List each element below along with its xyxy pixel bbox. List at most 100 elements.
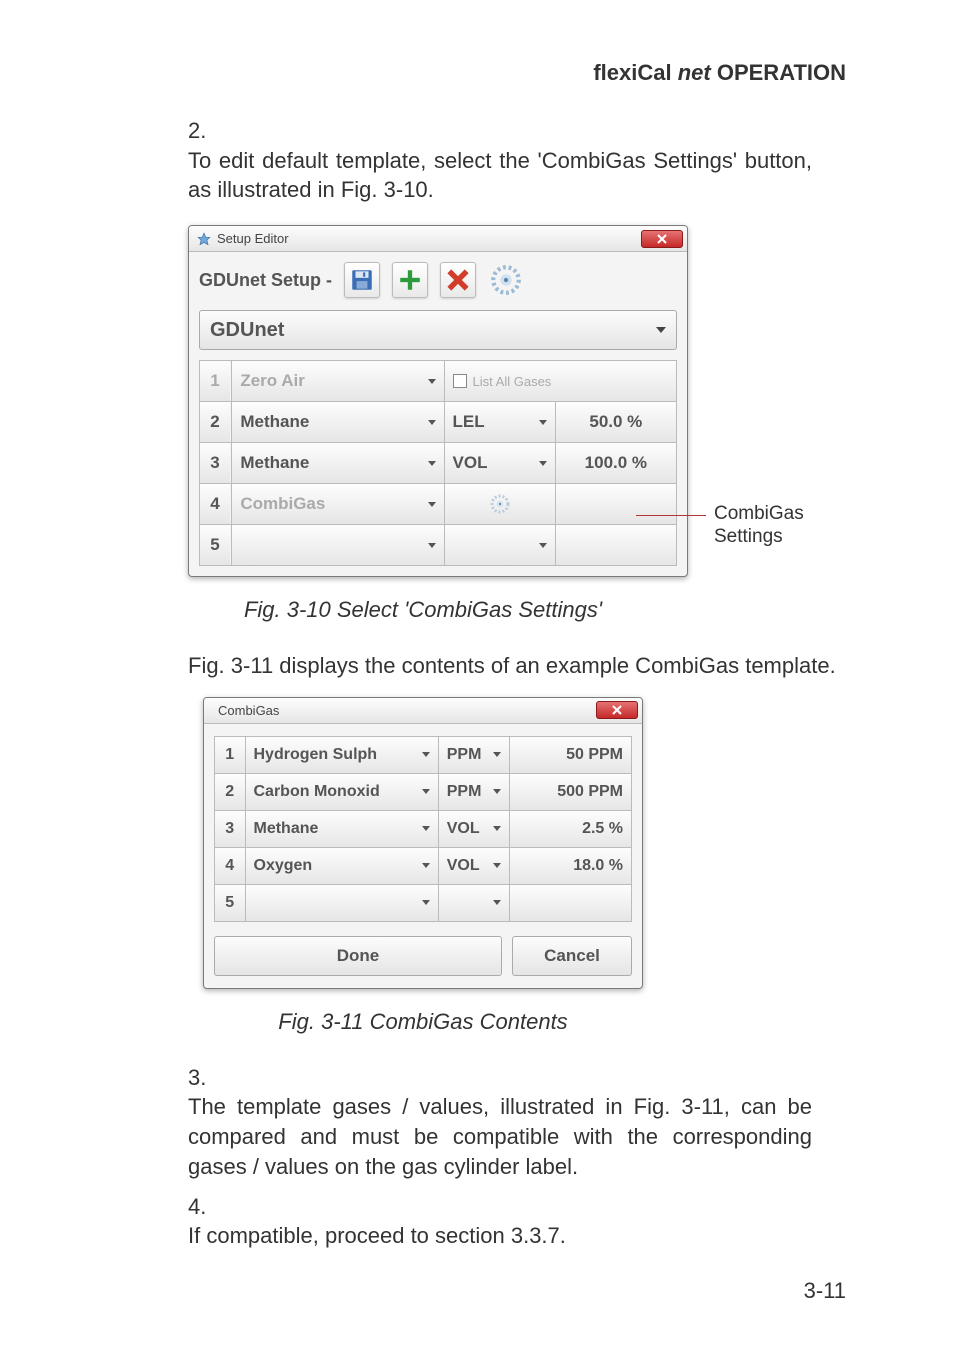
- section-header: flexiCal net OPERATION: [0, 60, 846, 86]
- window-titlebar: CombiGas: [204, 698, 642, 724]
- combigas-settings-button[interactable]: [445, 484, 555, 524]
- gas-select[interactable]: Hydrogen Sulph: [246, 737, 438, 773]
- gas-select[interactable]: Methane: [246, 811, 438, 847]
- gas-name: Hydrogen Sulph: [254, 746, 378, 764]
- close-icon: [656, 234, 668, 244]
- unit-select[interactable]: VOL: [439, 848, 509, 884]
- figure-caption: Fig. 3-10 Select 'CombiGas Settings': [0, 597, 846, 623]
- paragraph: Fig. 3-11 displays the contents of an ex…: [188, 651, 846, 681]
- unit-select[interactable]: [439, 885, 509, 921]
- plus-icon: [397, 267, 423, 293]
- header-rest: OPERATION: [711, 60, 846, 85]
- unit-select[interactable]: VOL: [445, 443, 555, 483]
- toolbar: GDUnet Setup -: [189, 252, 687, 304]
- value-cell[interactable]: 50 PPM: [510, 737, 631, 773]
- chevron-down-icon: [539, 420, 547, 425]
- chevron-down-icon: [428, 379, 436, 384]
- chevron-down-icon: [428, 461, 436, 466]
- chevron-down-icon: [422, 752, 430, 757]
- value-cell[interactable]: 100.0 %: [556, 443, 676, 483]
- checkbox-icon: [453, 374, 467, 388]
- close-button[interactable]: [596, 701, 638, 719]
- chevron-down-icon: [428, 543, 436, 548]
- gas-select[interactable]: Carbon Monoxid: [246, 774, 438, 810]
- gas-select[interactable]: Oxygen: [246, 848, 438, 884]
- checkbox-label: List All Gases: [473, 374, 552, 389]
- gas-select[interactable]: [232, 525, 443, 565]
- row-number[interactable]: 4: [215, 848, 245, 884]
- profile-select[interactable]: GDUnet: [199, 310, 677, 350]
- value-cell[interactable]: 18.0 %: [510, 848, 631, 884]
- chevron-down-icon: [493, 900, 501, 905]
- save-button[interactable]: [344, 262, 380, 298]
- list-all-gases-checkbox[interactable]: List All Gases: [445, 361, 676, 401]
- combigas-window: CombiGas 1 Hydrogen Sulph PPM 50 PPM 2: [203, 697, 643, 989]
- gas-table: 1 Zero Air List All Gases 2 Methane LEL …: [199, 360, 677, 566]
- unit-label: VOL: [453, 453, 488, 473]
- add-button[interactable]: [392, 262, 428, 298]
- gas-name: Carbon Monoxid: [254, 783, 380, 801]
- value-cell[interactable]: 2.5 %: [510, 811, 631, 847]
- row-number[interactable]: 1: [215, 737, 245, 773]
- floppy-icon: [349, 267, 375, 293]
- gas-name: Methane: [240, 453, 309, 473]
- gas-name: Methane: [254, 820, 319, 838]
- list-number: 2.: [188, 116, 222, 146]
- chevron-down-icon: [539, 461, 547, 466]
- unit-label: PPM: [447, 783, 482, 801]
- unit-label: VOL: [447, 820, 480, 838]
- gas-select[interactable]: CombiGas: [232, 484, 443, 524]
- gas-select[interactable]: Methane: [232, 402, 443, 442]
- done-button[interactable]: Done: [214, 936, 502, 976]
- window-title: CombiGas: [218, 703, 279, 718]
- row-number[interactable]: 3: [215, 811, 245, 847]
- unit-select[interactable]: LEL: [445, 402, 555, 442]
- gas-select[interactable]: Zero Air: [232, 361, 443, 401]
- value-cell[interactable]: [556, 525, 676, 565]
- unit-select[interactable]: [445, 525, 555, 565]
- value-cell[interactable]: 500 PPM: [510, 774, 631, 810]
- callout-line2: Settings: [714, 526, 783, 547]
- value-cell[interactable]: [510, 885, 631, 921]
- window-titlebar: Setup Editor: [189, 226, 687, 252]
- gas-name: CombiGas: [240, 494, 325, 514]
- gas-select[interactable]: Methane: [232, 443, 443, 483]
- list-number: 4.: [188, 1192, 222, 1222]
- row-number[interactable]: 4: [200, 484, 230, 524]
- gas-name: Methane: [240, 412, 309, 432]
- cancel-button[interactable]: Cancel: [512, 936, 632, 976]
- delete-button[interactable]: [440, 262, 476, 298]
- list-item: 4. If compatible, proceed to section 3.3…: [188, 1192, 846, 1251]
- chevron-down-icon: [422, 789, 430, 794]
- chevron-down-icon: [493, 826, 501, 831]
- chevron-down-icon: [422, 863, 430, 868]
- row-number[interactable]: 5: [200, 525, 230, 565]
- row-number[interactable]: 3: [200, 443, 230, 483]
- profile-name: GDUnet: [210, 319, 284, 342]
- toolbar-label: GDUnet Setup -: [199, 270, 332, 291]
- chevron-down-icon: [422, 900, 430, 905]
- chevron-down-icon: [428, 420, 436, 425]
- row-number[interactable]: 5: [215, 885, 245, 921]
- unit-select[interactable]: PPM: [439, 737, 509, 773]
- callout-line: [636, 515, 706, 516]
- settings-button[interactable]: [488, 262, 524, 298]
- row-number[interactable]: 1: [200, 361, 230, 401]
- header-brand-italic: net: [678, 60, 711, 85]
- gas-name: Zero Air: [240, 371, 305, 391]
- unit-label: VOL: [447, 857, 480, 875]
- figure-caption: Fig. 3-11 CombiGas Contents: [0, 1009, 846, 1035]
- callout-line1: CombiGas: [714, 503, 804, 524]
- callout-label: CombiGas Settings: [714, 503, 804, 549]
- row-number[interactable]: 2: [215, 774, 245, 810]
- gas-select[interactable]: [246, 885, 438, 921]
- close-button[interactable]: [641, 230, 683, 248]
- list-text: The template gases / values, illustrated…: [188, 1092, 812, 1181]
- list-text: If compatible, proceed to section 3.3.7.: [188, 1221, 812, 1251]
- chevron-down-icon: [493, 863, 501, 868]
- row-number[interactable]: 2: [200, 402, 230, 442]
- setup-editor-window: Setup Editor GDUnet Setup -: [188, 225, 688, 577]
- value-cell[interactable]: 50.0 %: [556, 402, 676, 442]
- unit-select[interactable]: PPM: [439, 774, 509, 810]
- unit-select[interactable]: VOL: [439, 811, 509, 847]
